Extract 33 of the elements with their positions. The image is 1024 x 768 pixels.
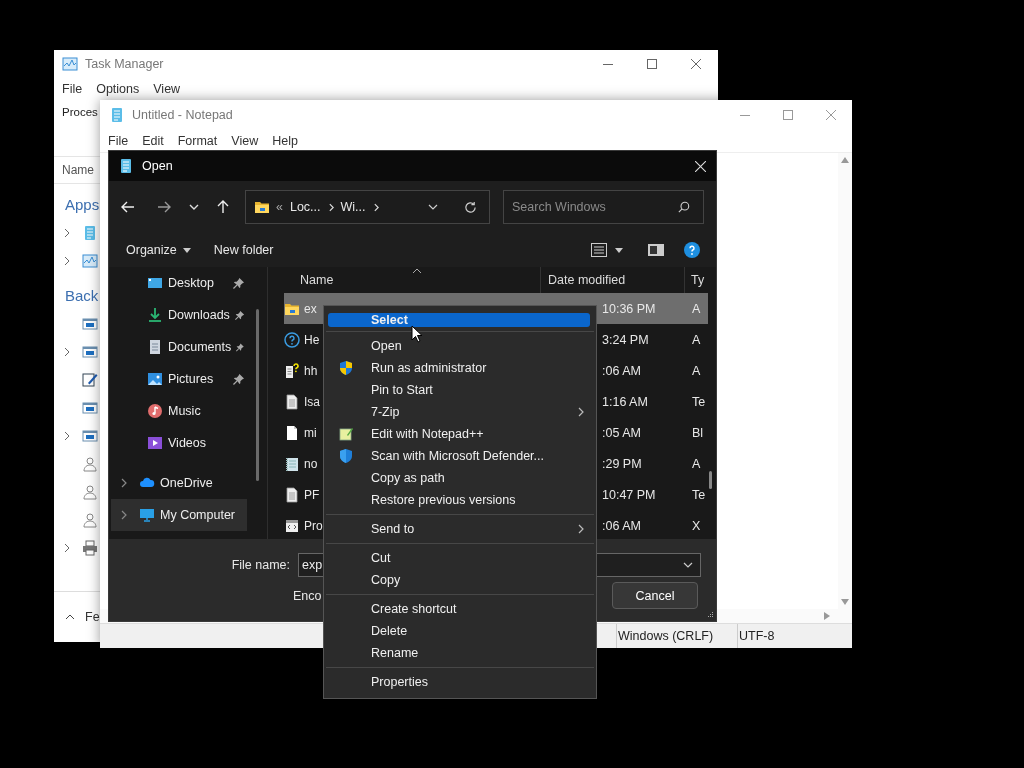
file-name: ex	[304, 301, 317, 316]
window-title: Untitled - Notepad	[132, 108, 233, 122]
date-modified: 10:36 PM	[602, 301, 657, 316]
file-type: A	[692, 301, 702, 316]
file-type: Bl	[692, 425, 705, 440]
file-name: mi	[304, 425, 317, 440]
file-type: A	[692, 332, 702, 347]
date-modified: :06 AM	[602, 518, 642, 533]
section-title: Apps	[65, 195, 100, 213]
date-modified: :06 AM	[602, 363, 642, 378]
date-modified: 3:24 PM	[602, 332, 650, 347]
file-type: A	[692, 363, 702, 378]
file-name: Pro	[304, 518, 323, 533]
date-modified: :29 PM	[602, 456, 643, 471]
window-title: Task Manager	[85, 57, 164, 71]
field-label: File name:	[230, 558, 290, 572]
file-name: no	[304, 456, 318, 471]
file-name: He	[304, 332, 320, 347]
file-type: A	[692, 456, 702, 471]
file-type: Te	[692, 394, 707, 409]
status-text: UTF-8	[737, 624, 838, 648]
date-modified: :05 AM	[602, 425, 642, 440]
section-title: Back	[65, 286, 99, 304]
file-type: X	[692, 518, 702, 533]
file-name: Isa	[304, 394, 320, 409]
date-modified: 1:16 AM	[602, 394, 649, 409]
status-text: Windows (CRLF)	[616, 624, 737, 648]
dialog-title: Open	[142, 159, 173, 173]
date-modified: 10:47 PM	[602, 487, 657, 502]
file-type: Te	[692, 487, 707, 502]
field-label: Enco	[293, 588, 322, 603]
file-name: hh	[304, 363, 318, 378]
file-name: PF	[304, 487, 320, 502]
